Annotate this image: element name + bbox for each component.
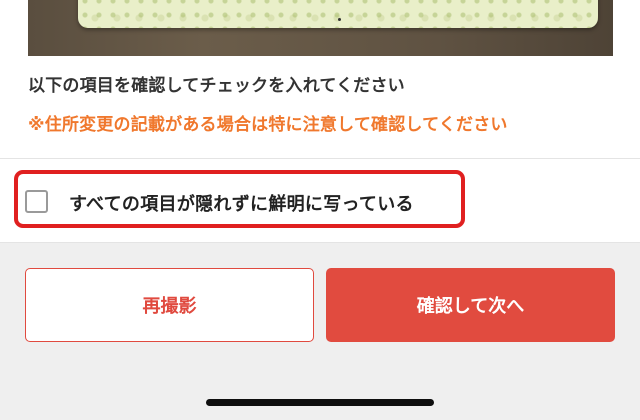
- verification-screen: 以下の項目を確認してチェックを入れてください ※住所変更の記載がある場合は特に注…: [0, 0, 640, 420]
- checkbox-label[interactable]: すべての項目が隠れずに鮮明に写っている: [69, 190, 414, 216]
- id-card-image: [78, 0, 598, 28]
- photo-review-section: 以下の項目を確認してチェックを入れてください ※住所変更の記載がある場合は特に注…: [0, 0, 640, 158]
- captured-photo-preview: [28, 0, 613, 56]
- address-change-warning: ※住所変更の記載がある場合は特に注意して確認してください: [28, 115, 508, 135]
- checklist-section: すべての項目が隠れずに鮮明に写っている: [0, 158, 640, 243]
- confirm-next-button[interactable]: 確認して次へ: [326, 268, 615, 342]
- instruction-text: 以下の項目を確認してチェックを入れてください: [28, 76, 405, 96]
- retake-button[interactable]: 再撮影: [25, 268, 314, 342]
- all-items-visible-checkbox[interactable]: [25, 190, 48, 213]
- home-indicator[interactable]: [206, 399, 434, 406]
- card-mark: [338, 18, 341, 21]
